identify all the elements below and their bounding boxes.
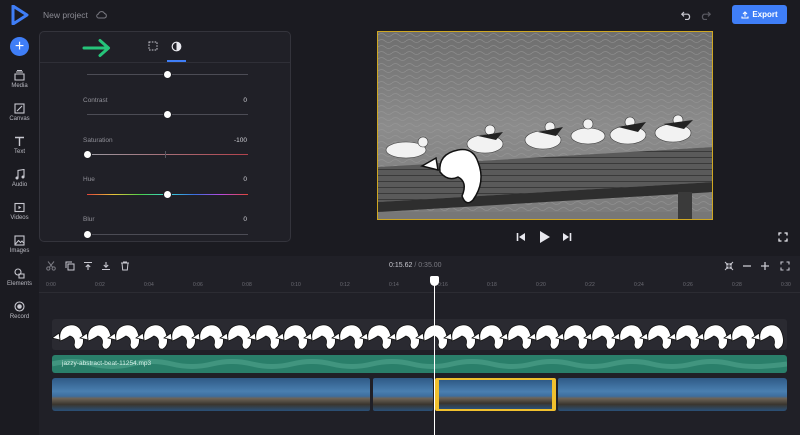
undo-icon[interactable] <box>681 10 692 20</box>
sidebar-item-videos[interactable]: Videos <box>0 202 39 221</box>
blur-slider-track[interactable] <box>87 234 248 235</box>
ruler-tick: 0:10 <box>291 282 301 288</box>
audio-waveform <box>52 359 787 369</box>
sticker-track[interactable] <box>52 319 787 350</box>
skip-back-icon[interactable] <box>516 232 526 242</box>
ruler-tick: 0:30 <box>781 282 791 288</box>
add-media-button[interactable]: + <box>10 37 29 56</box>
playhead-line[interactable] <box>434 278 435 435</box>
video-preview[interactable] <box>377 31 713 220</box>
time-ruler[interactable]: 0:00 0:02 0:04 0:06 0:08 0:10 0:12 0:14 … <box>39 279 800 293</box>
ruler-tick: 0:08 <box>242 282 252 288</box>
sidebar-item-audio[interactable]: Audio <box>0 169 39 188</box>
project-name[interactable]: New project <box>43 10 88 20</box>
left-sidebar: + Media Canvas Text Audio Videos Images … <box>0 0 39 435</box>
sidebar-item-text[interactable]: Text <box>0 136 39 155</box>
preview-frame-image <box>378 32 712 219</box>
active-tab-indicator <box>167 60 186 62</box>
sidebar-item-canvas[interactable]: Canvas <box>0 103 39 122</box>
sidebar-item-media[interactable]: Media <box>0 70 39 89</box>
timecode: 0:15.62 / 0:35.00 <box>389 262 442 269</box>
text-icon <box>15 136 24 146</box>
current-time: 0:15.62 <box>389 262 413 269</box>
sidebar-item-images[interactable]: Images <box>0 235 39 254</box>
crop-tab-icon[interactable] <box>148 41 158 51</box>
saturation-value: -100 <box>233 137 247 144</box>
blur-value: 0 <box>243 216 247 223</box>
panel-tabs <box>40 32 290 63</box>
blur-slider-knob[interactable] <box>82 230 92 239</box>
ruler-tick: 0:24 <box>634 282 644 288</box>
brightness-slider-knob[interactable] <box>163 70 172 79</box>
send-backward-icon[interactable] <box>101 261 111 271</box>
ruler-tick: 0:20 <box>536 282 546 288</box>
ruler-tick: 0:14 <box>389 282 399 288</box>
green-arrow-icon <box>82 39 110 57</box>
video-clip-selected[interactable] <box>435 378 556 411</box>
contrast-label: Contrast <box>83 97 108 104</box>
redo-icon[interactable] <box>700 10 711 20</box>
ruler-tick: 0:00 <box>46 282 56 288</box>
time-separator: / <box>414 262 417 269</box>
zoom-in-icon[interactable] <box>760 261 770 271</box>
fit-timeline-icon[interactable] <box>724 261 734 271</box>
scissors-icon[interactable] <box>46 261 56 271</box>
expand-timeline-icon[interactable] <box>780 261 790 271</box>
timeline-panel: 0:15.62 / 0:35.00 0:00 0:02 0:04 0:06 0:… <box>39 256 800 435</box>
video-track[interactable] <box>52 378 787 411</box>
ruler-tick: 0:28 <box>732 282 742 288</box>
total-time: 0:35.00 <box>418 262 442 269</box>
contrast-slider-knob[interactable] <box>163 110 172 119</box>
canvas-icon <box>14 103 25 114</box>
elements-icon <box>14 268 25 279</box>
ruler-tick: 0:12 <box>340 282 350 288</box>
images-icon <box>14 235 25 246</box>
blur-label: Blur <box>83 216 95 223</box>
ruler-tick: 0:26 <box>683 282 693 288</box>
saturation-slider-knob[interactable] <box>82 150 92 159</box>
hue-slider-knob[interactable] <box>163 190 172 199</box>
ruler-tick: 0:22 <box>585 282 595 288</box>
export-button[interactable]: Export <box>732 5 787 24</box>
hue-label: Hue <box>83 176 95 183</box>
sticker-thumbnails <box>52 324 784 350</box>
fullscreen-icon[interactable] <box>778 232 788 242</box>
audio-clip-name: jazzy-abstract-beat-11254.mp3 <box>62 360 152 367</box>
video-clip[interactable] <box>52 378 370 411</box>
play-icon[interactable] <box>539 230 551 244</box>
sidebar-item-record[interactable]: Record <box>0 301 39 320</box>
video-clip[interactable] <box>558 378 787 411</box>
cloud-icon <box>96 11 107 19</box>
ruler-tick: 0:16 <box>438 282 448 288</box>
video-clip[interactable] <box>373 378 433 411</box>
adjust-panel: Contrast 0 Saturation -100 Hue 0 Blur 0 <box>39 31 291 242</box>
hue-value: 0 <box>243 176 247 183</box>
bring-forward-icon[interactable] <box>83 261 93 271</box>
zoom-out-icon[interactable] <box>742 261 752 271</box>
playhead-handle[interactable] <box>430 276 439 286</box>
trash-icon[interactable] <box>120 261 130 271</box>
adjust-tab-icon[interactable] <box>171 41 182 52</box>
duplicate-icon[interactable] <box>65 261 75 271</box>
contrast-value: 0 <box>243 97 247 104</box>
skip-forward-icon[interactable] <box>562 232 572 242</box>
sidebar-item-elements[interactable]: Elements <box>0 268 39 287</box>
media-icon <box>14 70 25 81</box>
audio-icon <box>15 169 25 180</box>
ruler-tick: 0:06 <box>193 282 203 288</box>
ruler-tick: 0:02 <box>95 282 105 288</box>
record-icon <box>14 301 25 312</box>
audio-track[interactable]: jazzy-abstract-beat-11254.mp3 <box>52 355 787 373</box>
video-editor: + Media Canvas Text Audio Videos Images … <box>0 0 800 435</box>
ruler-tick: 0:04 <box>144 282 154 288</box>
videos-icon <box>14 202 25 213</box>
saturation-slider-track[interactable] <box>87 154 248 155</box>
app-logo-icon[interactable] <box>11 5 29 25</box>
upload-icon <box>741 10 749 19</box>
ruler-tick: 0:18 <box>487 282 497 288</box>
saturation-center-tick <box>165 151 166 158</box>
saturation-label: Saturation <box>83 137 113 144</box>
